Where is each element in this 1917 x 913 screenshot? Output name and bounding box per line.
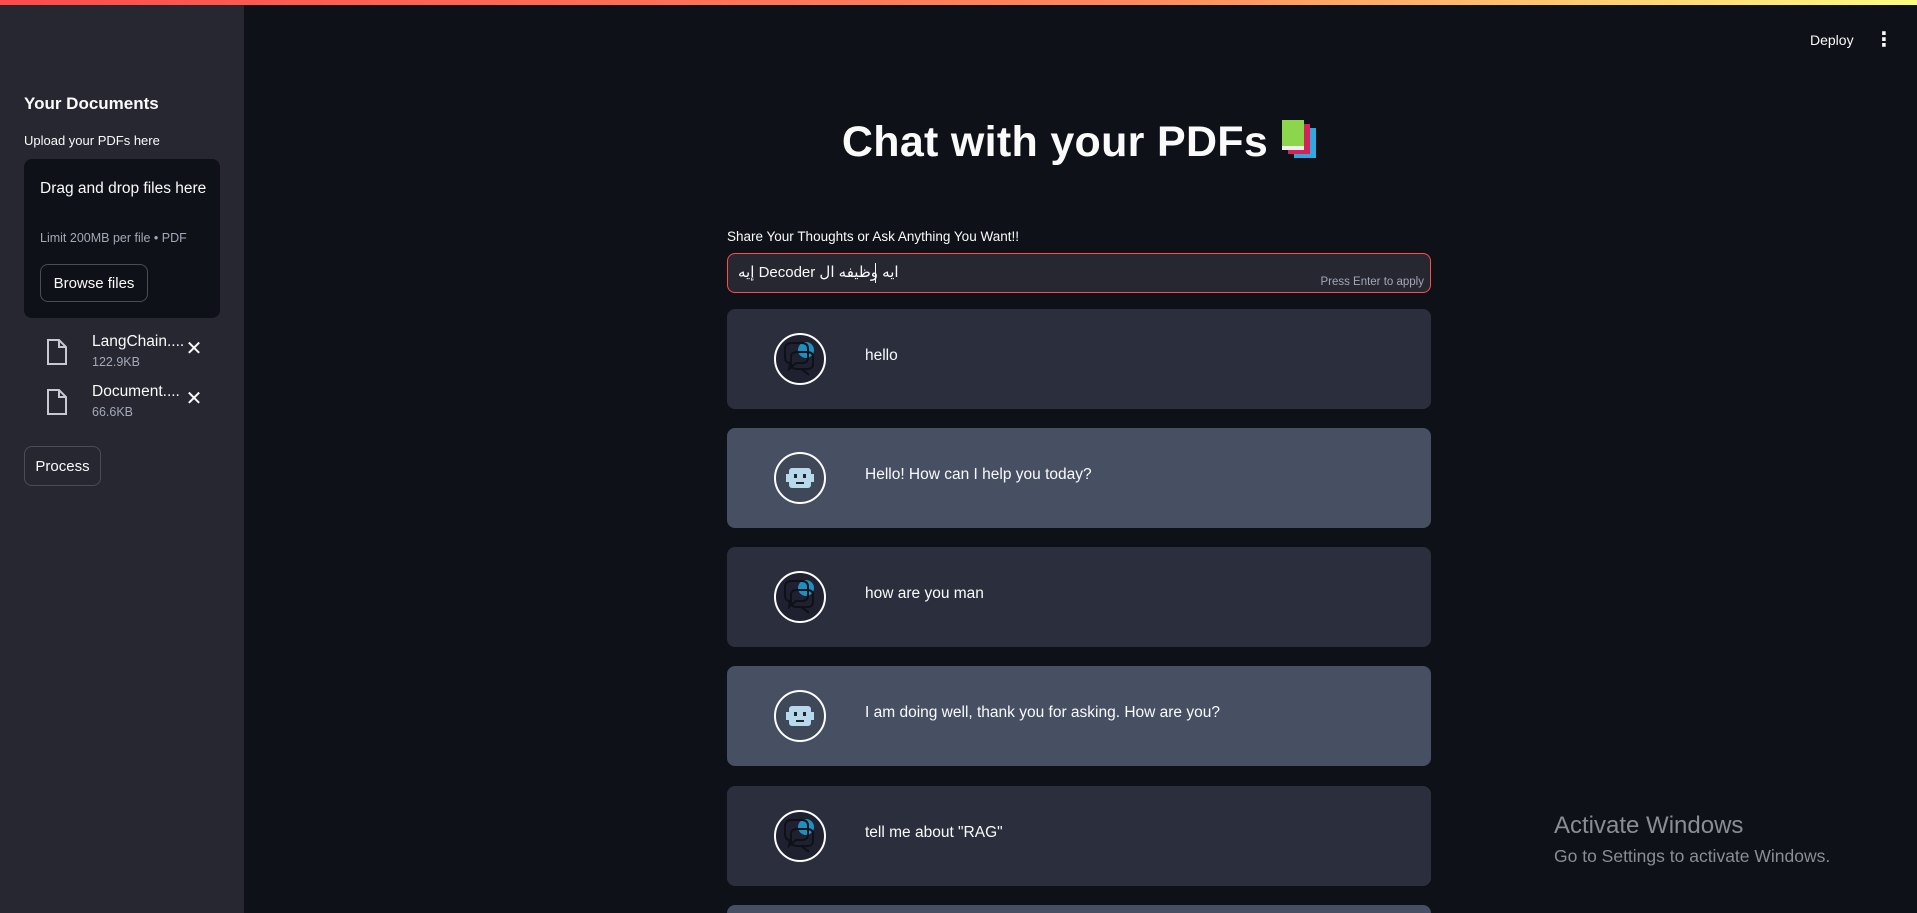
file-name: Document.... xyxy=(92,383,180,400)
chat-message-user: tell me about "RAG" xyxy=(727,786,1431,886)
page-title-text: Chat with your PDFs xyxy=(841,118,1269,166)
remove-file-icon[interactable]: ✕ xyxy=(184,339,204,359)
user-avatar-icon xyxy=(774,333,826,385)
message-text: hello xyxy=(865,347,898,364)
header-accent-bar xyxy=(0,0,1917,5)
uploader-label: Upload your PDFs here xyxy=(24,133,160,148)
kebab-menu-icon[interactable]: ⋮ xyxy=(1874,30,1894,52)
question-input-label: Share Your Thoughts or Ask Anything You … xyxy=(727,229,1019,244)
file-size: 66.6KB xyxy=(92,405,134,419)
file-name: LangChain.... xyxy=(92,333,185,350)
file-dropzone[interactable]: Drag and drop files here Limit 200MB per… xyxy=(24,159,220,318)
uploaded-file-item: Document.... 66.6KB ✕ xyxy=(44,383,214,427)
page-title: Chat with your PDFs xyxy=(727,118,1437,167)
sidebar: Your Documents Upload your PDFs here Dra… xyxy=(0,0,244,913)
deploy-button[interactable]: Deploy xyxy=(1810,32,1854,48)
file-icon xyxy=(47,339,67,365)
books-icon xyxy=(1282,120,1317,158)
chat-message-bot: I am doing well, thank you for asking. H… xyxy=(727,666,1431,766)
chat-message-bot: Hello! How can I help you today? xyxy=(727,428,1431,528)
text-caret xyxy=(875,263,876,283)
question-input[interactable]: ايه وظيفه ال Decoder إيه Press Enter to … xyxy=(727,253,1431,293)
message-text: how are you man xyxy=(865,585,984,602)
message-text: Hello! How can I help you today? xyxy=(865,466,1092,483)
file-size: 122.9KB xyxy=(92,355,140,369)
remove-file-icon[interactable]: ✕ xyxy=(184,389,204,409)
chat-message-user: how are you man xyxy=(727,547,1431,647)
watermark-title: Activate Windows xyxy=(1554,812,1744,839)
bot-avatar-icon xyxy=(774,452,826,504)
browse-files-button[interactable]: Browse files xyxy=(40,264,148,302)
user-avatar-icon xyxy=(774,810,826,862)
file-icon xyxy=(47,389,67,415)
watermark-subtitle: Go to Settings to activate Windows. xyxy=(1554,846,1831,866)
bot-avatar-icon xyxy=(774,690,826,742)
message-text: I am doing well, thank you for asking. H… xyxy=(865,704,1220,721)
user-avatar-icon xyxy=(774,571,826,623)
input-hint: Press Enter to apply xyxy=(1320,276,1424,288)
process-button[interactable]: Process xyxy=(24,446,101,486)
chat-message-bot-partial xyxy=(727,905,1431,913)
chat-message-user: hello xyxy=(727,309,1431,409)
dropzone-instructions: Drag and drop files here xyxy=(40,180,207,197)
sidebar-title: Your Documents xyxy=(24,94,159,113)
dropzone-limit: Limit 200MB per file • PDF xyxy=(40,231,187,245)
message-text: tell me about "RAG" xyxy=(865,824,1003,841)
uploaded-file-item: LangChain.... 122.9KB ✕ xyxy=(44,333,214,377)
